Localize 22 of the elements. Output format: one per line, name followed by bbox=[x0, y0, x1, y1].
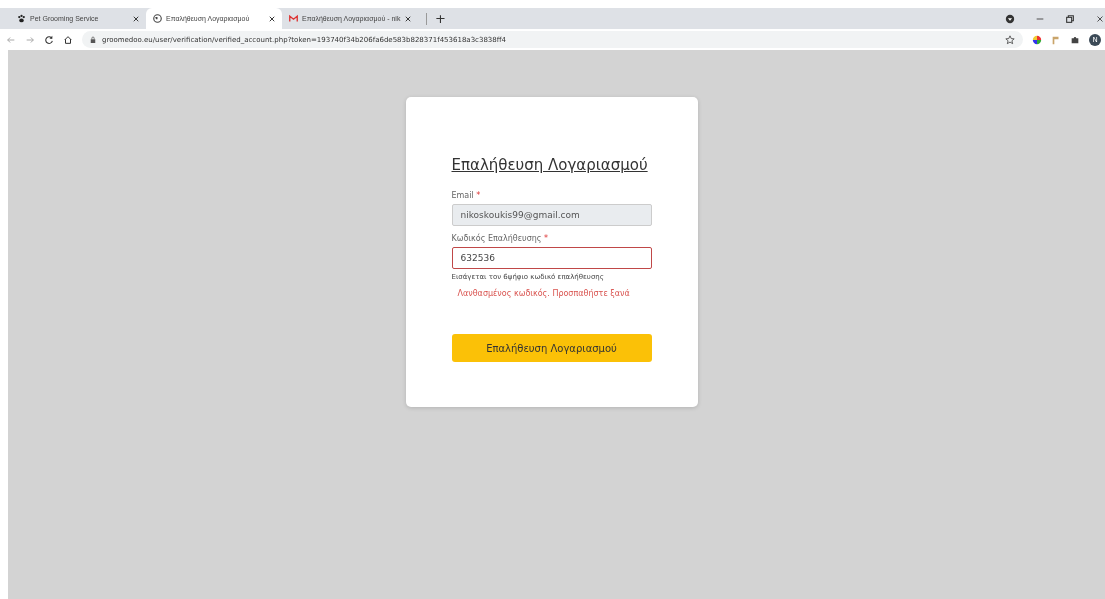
close-icon[interactable] bbox=[1095, 13, 1105, 24]
mail-icon bbox=[289, 14, 298, 23]
required-mark: * bbox=[476, 191, 481, 200]
close-icon[interactable] bbox=[269, 15, 275, 22]
field-label: Κωδικός Επαλήθευσης bbox=[451, 234, 542, 243]
home-icon[interactable] bbox=[63, 34, 73, 45]
new-tab-button[interactable]: + bbox=[426, 12, 446, 25]
close-icon[interactable] bbox=[405, 15, 411, 22]
reload-icon[interactable] bbox=[44, 34, 54, 45]
field-label: Email bbox=[451, 191, 474, 200]
required-mark: * bbox=[544, 234, 549, 243]
verify-button[interactable]: Επαλήθευση Λογαριασμού bbox=[451, 334, 652, 362]
color-wheel-icon[interactable] bbox=[1032, 34, 1042, 45]
star-icon[interactable] bbox=[1005, 34, 1015, 45]
error-message: Λανθασμένος κωδικός. Προσπαθήστε ξανά bbox=[457, 289, 631, 298]
restore-icon[interactable] bbox=[1065, 13, 1075, 24]
close-icon[interactable] bbox=[133, 15, 139, 22]
lock-icon bbox=[90, 35, 96, 44]
paw-icon bbox=[17, 14, 26, 23]
input-field[interactable]: 632536 bbox=[451, 247, 652, 269]
dropdown-icon[interactable] bbox=[1005, 13, 1015, 24]
form-title: Επαλήθευση Λογαριασμού bbox=[451, 155, 648, 176]
